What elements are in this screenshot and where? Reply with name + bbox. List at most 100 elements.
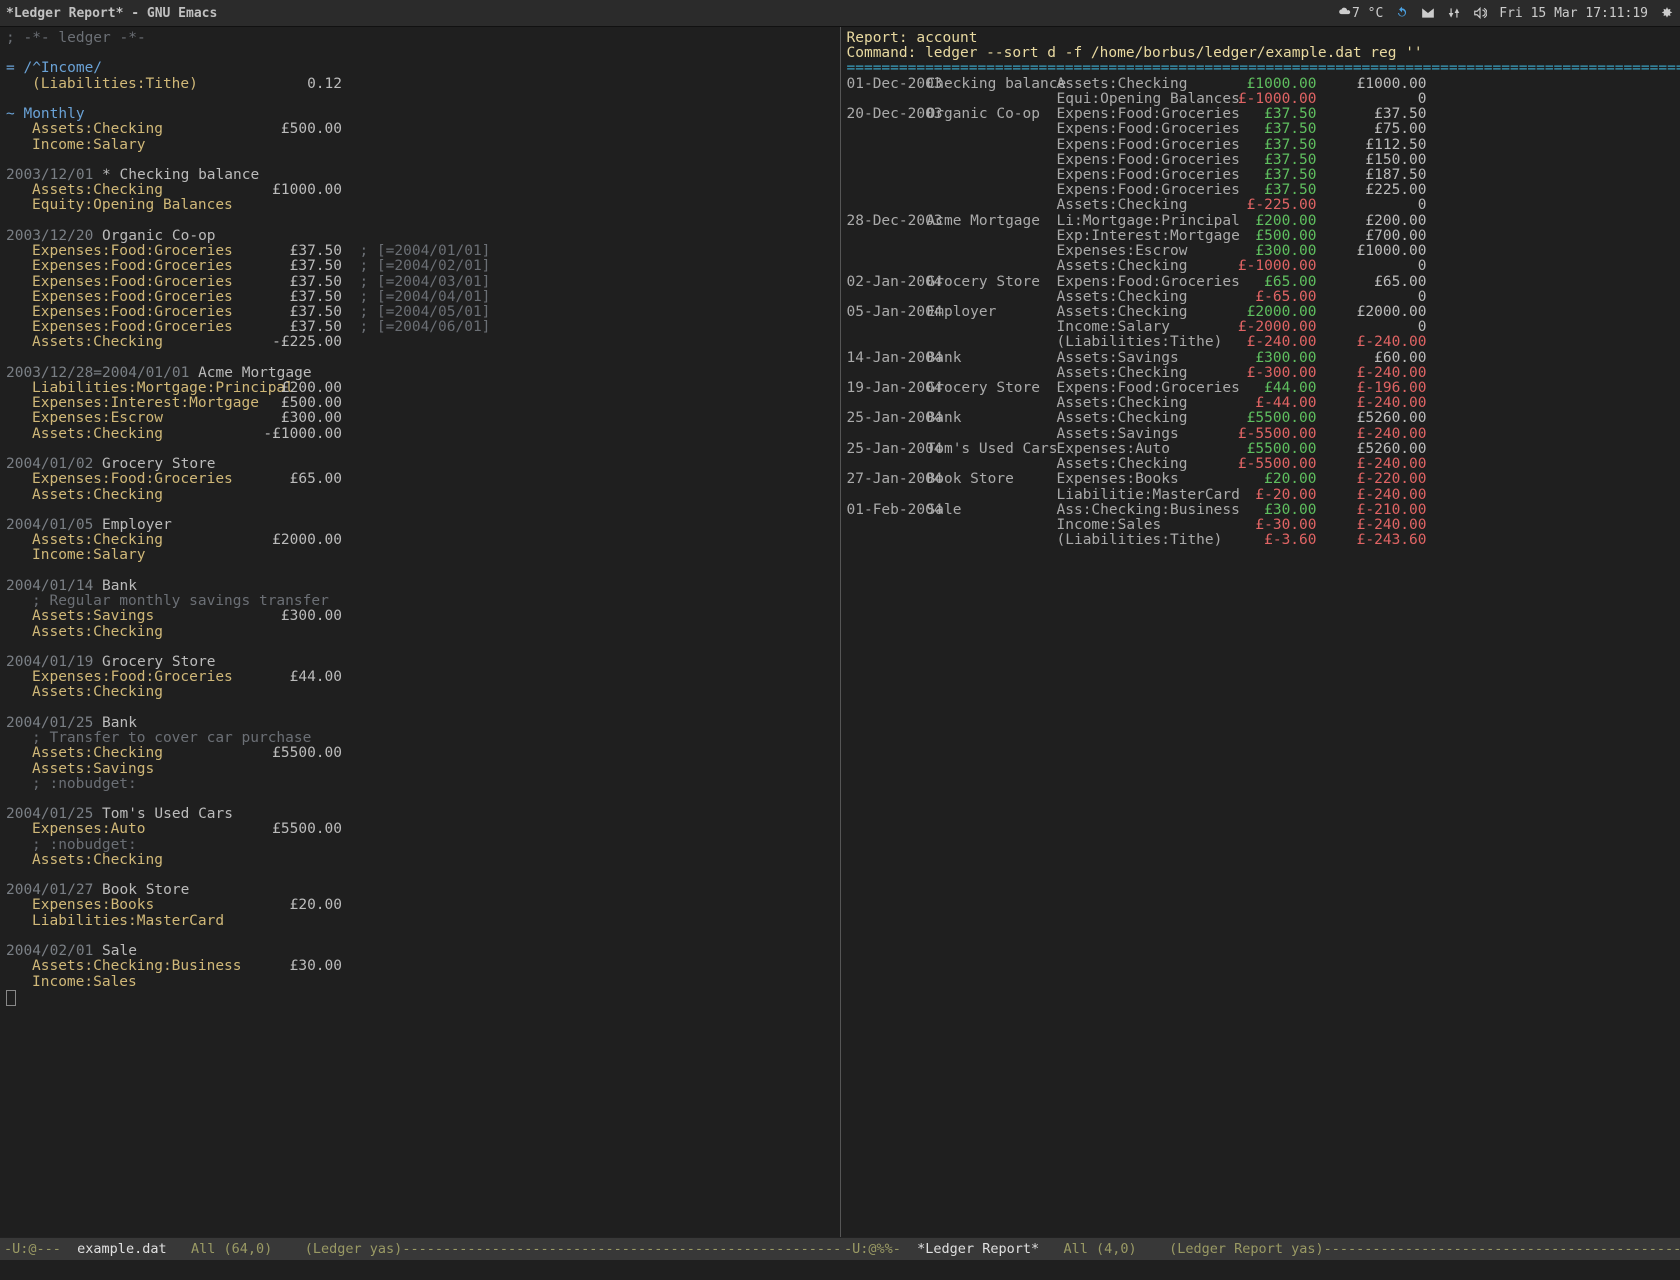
report-row[interactable]: Expens:Food:Groceries£37.50£225.00	[841, 183, 1680, 198]
mail-icon[interactable]	[1421, 6, 1435, 20]
source-line[interactable]: Expenses:Food:Groceries£37.50 ; [=2004/0…	[0, 259, 840, 274]
report-row[interactable]: Expenses:Escrow£300.00£1000.00	[841, 244, 1680, 259]
report-row[interactable]: Assets:Checking£-300.00£-240.00	[841, 366, 1680, 381]
report-row[interactable]: 19-Jan-2004Grocery StoreExpens:Food:Groc…	[841, 381, 1680, 396]
source-line[interactable]	[0, 640, 840, 655]
clock[interactable]: Fri 15 Mar 17:11:19	[1499, 6, 1648, 21]
report-row[interactable]: 25-Jan-2004BankAssets:Checking£5500.00£5…	[841, 411, 1680, 426]
source-line[interactable]: Assets:Savings£300.00	[0, 609, 840, 624]
report-row[interactable]: Assets:Checking£-65.000	[841, 290, 1680, 305]
report-row[interactable]: 05-Jan-2004EmployerAssets:Checking£2000.…	[841, 305, 1680, 320]
source-line[interactable]: ; -*- ledger -*-	[0, 31, 840, 46]
source-line[interactable]: Expenses:Food:Groceries£65.00	[0, 472, 840, 487]
source-line[interactable]	[0, 564, 840, 579]
source-line[interactable]	[0, 503, 840, 518]
source-line[interactable]: Expenses:Food:Groceries£37.50 ; [=2004/0…	[0, 305, 840, 320]
source-line[interactable]: Expenses:Food:Groceries£37.50 ; [=2004/0…	[0, 320, 840, 335]
source-line[interactable]: Assets:Checking	[0, 625, 840, 640]
source-line[interactable]	[0, 214, 840, 229]
report-row[interactable]: Expens:Food:Groceries£37.50£150.00	[841, 153, 1680, 168]
source-line[interactable]: Expenses:Books£20.00	[0, 898, 840, 913]
source-line[interactable]: ; :nobudget:	[0, 838, 840, 853]
source-line[interactable]: Assets:Checking-£225.00	[0, 335, 840, 350]
source-line[interactable]	[0, 868, 840, 883]
source-line[interactable]: Assets:Checking:Business£30.00	[0, 959, 840, 974]
report-row[interactable]: 27-Jan-2004Book StoreExpenses:Books£20.0…	[841, 472, 1680, 487]
modeline-right[interactable]: -U:@%%- *Ledger Report* All (4,0) (Ledge…	[840, 1237, 1680, 1260]
report-row[interactable]: 14-Jan-2004BankAssets:Savings£300.00£60.…	[841, 351, 1680, 366]
source-line[interactable]: Income:Salary	[0, 548, 840, 563]
source-line[interactable]: 2004/01/14 Bank	[0, 579, 840, 594]
source-line[interactable]: (Liabilities:Tithe)0.12	[0, 77, 840, 92]
report-row[interactable]: Expens:Food:Groceries£37.50£187.50	[841, 168, 1680, 183]
source-line[interactable]: Assets:Checking£2000.00	[0, 533, 840, 548]
source-line[interactable]	[0, 929, 840, 944]
source-line[interactable]: 2003/12/20 Organic Co-op	[0, 229, 840, 244]
report-row[interactable]: 25-Jan-2004Tom's Used CarsExpenses:Auto£…	[841, 442, 1680, 457]
report-row[interactable]: Assets:Checking£-5500.00£-240.00	[841, 457, 1680, 472]
report-row[interactable]: Equi:Opening Balances£-1000.000	[841, 92, 1680, 107]
source-line[interactable]: Expenses:Food:Groceries£37.50 ; [=2004/0…	[0, 244, 840, 259]
source-line[interactable]: Expenses:Food:Groceries£37.50 ; [=2004/0…	[0, 275, 840, 290]
settings-icon[interactable]	[1660, 6, 1674, 20]
report-row[interactable]: Assets:Savings£-5500.00£-240.00	[841, 427, 1680, 442]
report-row[interactable]: 02-Jan-2004Grocery StoreExpens:Food:Groc…	[841, 275, 1680, 290]
source-line[interactable]: Assets:Checking£1000.00	[0, 183, 840, 198]
source-line[interactable]: Assets:Checking	[0, 853, 840, 868]
source-line[interactable]: 2003/12/28=2004/01/01 Acme Mortgage	[0, 366, 840, 381]
source-line[interactable]: ; Regular monthly savings transfer	[0, 594, 840, 609]
source-line[interactable]: Income:Salary	[0, 138, 840, 153]
source-line[interactable]: 2004/01/25 Bank	[0, 716, 840, 731]
report-row[interactable]: Liabilitie:MasterCard£-20.00£-240.00	[841, 488, 1680, 503]
report-row[interactable]: Expens:Food:Groceries£37.50£112.50	[841, 138, 1680, 153]
source-line[interactable]: = /^Income/	[0, 61, 840, 76]
source-line[interactable]: 2004/01/27 Book Store	[0, 883, 840, 898]
report-row[interactable]: Income:Salary£-2000.000	[841, 320, 1680, 335]
source-line[interactable]: Assets:Savings	[0, 762, 840, 777]
source-line[interactable]: Expenses:Interest:Mortgage£500.00	[0, 396, 840, 411]
modeline-left[interactable]: -U:@--- example.dat All (64,0) (Ledger y…	[0, 1237, 840, 1260]
report-row[interactable]: Exp:Interest:Mortgage£500.00£700.00	[841, 229, 1680, 244]
source-line[interactable]: 2003/12/01 * Checking balance	[0, 168, 840, 183]
source-line[interactable]	[0, 792, 840, 807]
source-line[interactable]: Expenses:Food:Groceries£44.00	[0, 670, 840, 685]
source-line[interactable]: Assets:Checking£500.00	[0, 122, 840, 137]
source-line[interactable]: Expenses:Auto£5500.00	[0, 822, 840, 837]
source-line[interactable]: Liabilities:Mortgage:Principal£200.00	[0, 381, 840, 396]
report-row[interactable]: (Liabilities:Tithe)£-3.60£-243.60	[841, 533, 1680, 548]
source-line[interactable]: ; :nobudget:	[0, 777, 840, 792]
report-row[interactable]: Assets:Checking£-1000.000	[841, 259, 1680, 274]
report-row[interactable]: Income:Sales£-30.00£-240.00	[841, 518, 1680, 533]
report-row[interactable]: Assets:Checking£-44.00£-240.00	[841, 396, 1680, 411]
minibuffer[interactable]	[0, 1260, 1680, 1280]
report-row[interactable]: Assets:Checking£-225.000	[841, 198, 1680, 213]
source-line[interactable]	[0, 990, 840, 1006]
source-line[interactable]: Assets:Checking£5500.00	[0, 746, 840, 761]
source-line[interactable]: 2004/01/05 Employer	[0, 518, 840, 533]
source-line[interactable]: 2004/02/01 Sale	[0, 944, 840, 959]
report-row[interactable]: Expens:Food:Groceries£37.50£75.00	[841, 122, 1680, 137]
weather-indicator[interactable]: 7 °C	[1338, 6, 1383, 21]
source-line[interactable]	[0, 701, 840, 716]
source-line[interactable]	[0, 153, 840, 168]
source-line[interactable]: Assets:Checking	[0, 685, 840, 700]
source-line[interactable]: 2004/01/19 Grocery Store	[0, 655, 840, 670]
source-line[interactable]	[0, 46, 840, 61]
ledger-source-pane[interactable]: ; -*- ledger -*- = /^Income/(Liabilities…	[0, 27, 841, 1237]
source-line[interactable]	[0, 351, 840, 366]
source-line[interactable]: 2004/01/02 Grocery Store	[0, 457, 840, 472]
source-line[interactable]: Equity:Opening Balances	[0, 198, 840, 213]
source-line[interactable]: Expenses:Escrow£300.00	[0, 411, 840, 426]
report-row[interactable]: (Liabilities:Tithe)£-240.00£-240.00	[841, 335, 1680, 350]
source-line[interactable]: 2004/01/25 Tom's Used Cars	[0, 807, 840, 822]
source-line[interactable]: Income:Sales	[0, 975, 840, 990]
source-line[interactable]: Expenses:Food:Groceries£37.50 ; [=2004/0…	[0, 290, 840, 305]
source-line[interactable]: Liabilities:MasterCard	[0, 914, 840, 929]
source-line[interactable]: ; Transfer to cover car purchase	[0, 731, 840, 746]
report-row[interactable]: 01-Feb-2004SaleAss:Checking:Business£30.…	[841, 503, 1680, 518]
ledger-report-pane[interactable]: Report: accountCommand: ledger --sort d …	[841, 27, 1680, 1237]
volume-icon[interactable]	[1473, 6, 1487, 20]
report-row[interactable]: 01-Dec-2003Checking balanceAssets:Checki…	[841, 77, 1680, 92]
source-line[interactable]	[0, 442, 840, 457]
report-row[interactable]: 28-Dec-2003Acme MortgageLi:Mortgage:Prin…	[841, 214, 1680, 229]
